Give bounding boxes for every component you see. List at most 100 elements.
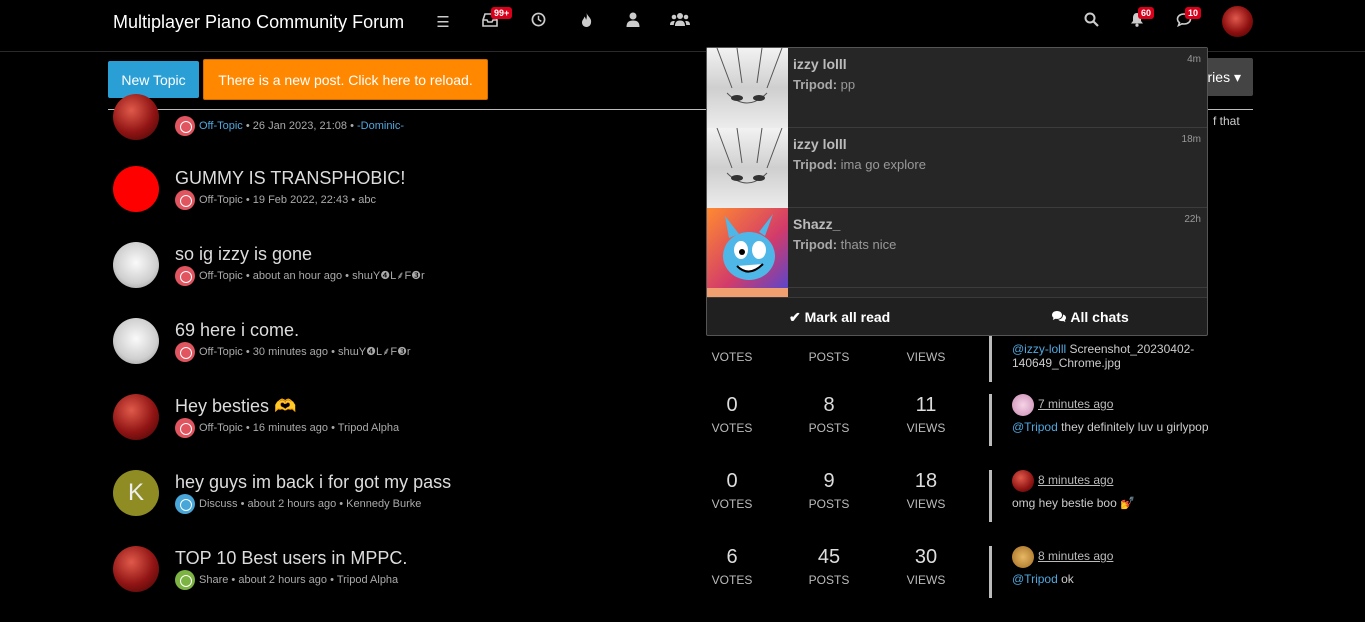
chat-avatar — [707, 208, 788, 288]
avatar[interactable] — [113, 166, 159, 212]
votes-count: 0 — [726, 394, 738, 416]
inbox-icon[interactable]: 99+ — [479, 7, 513, 34]
globe-icon — [175, 418, 195, 438]
topic-time[interactable]: about an hour ago — [253, 270, 342, 282]
topic-author[interactable]: Tripod Alpha — [337, 574, 398, 586]
chat-message: Tripod: pp — [793, 77, 856, 92]
comments-icon[interactable]: 10 — [1173, 7, 1202, 34]
list-icon[interactable]: ☰ — [432, 12, 454, 34]
search-icon[interactable] — [1080, 12, 1102, 34]
chat-item[interactable]: izzy lolll Tripod: pp 4m — [707, 48, 1207, 128]
teaser-body: @Tripod ok — [1012, 572, 1244, 586]
teaser-header: 8 minutes ago — [1012, 546, 1244, 568]
votes-label: VOTES — [711, 497, 753, 511]
teaser-body: @izzy-lolll Screenshot_20230402-140649_C… — [1012, 342, 1244, 370]
topic-author[interactable]: Tripod Alpha — [338, 422, 399, 434]
chat-name: izzy lolll — [793, 136, 847, 152]
topic-time[interactable]: 26 Jan 2023, 21:08 — [253, 120, 347, 132]
topic-time[interactable]: 16 minutes ago — [253, 422, 328, 434]
topic-author[interactable]: shɯY❹L⸙F❸r — [352, 270, 425, 282]
teaser-text: f that — [1213, 114, 1240, 128]
topic-author[interactable]: shɯY❹L⸙F❸r — [338, 346, 411, 358]
mark-all-read-button[interactable]: ✔ Mark all read — [789, 309, 890, 326]
topic-row: TOP 10 Best users in MPPC. Share • about… — [113, 546, 1263, 622]
avatar[interactable] — [113, 94, 159, 140]
votes-label: VOTES — [711, 573, 753, 587]
avatar[interactable] — [1012, 394, 1034, 416]
topic-meta: Off-Topic • 16 minutes ago • Tripod Alph… — [175, 418, 399, 438]
new-topic-button[interactable]: New Topic — [108, 61, 199, 98]
topic-title[interactable]: TOP 10 Best users in MPPC. — [175, 548, 407, 569]
chat-item[interactable] — [707, 288, 1207, 297]
avatar[interactable] — [1012, 470, 1034, 492]
views-stat: 30 VIEWS — [891, 546, 961, 587]
posts-count: 8 — [823, 394, 835, 416]
topic-title[interactable]: Hey besties 🫶 — [175, 396, 296, 417]
chat-time: 22h — [1184, 214, 1201, 225]
topic-title[interactable]: so ig izzy is gone — [175, 244, 312, 265]
teaser-mention[interactable]: @izzy-lolll — [1012, 342, 1066, 356]
chat-message: Tripod: thats nice — [793, 237, 897, 252]
topic-title[interactable]: 69 here i come. — [175, 320, 299, 341]
topic-time[interactable]: 30 minutes ago — [253, 346, 328, 358]
topic-row: K hey guys im back i for got my pass Dis… — [113, 470, 1263, 546]
votes-stat: 0 VOTES — [697, 470, 767, 511]
posts-label: POSTS — [808, 497, 850, 511]
posts-stat: 45 POSTS — [794, 546, 864, 587]
chat-item[interactable]: Shazz_ Tripod: thats nice 22h — [707, 208, 1207, 288]
all-chats-button[interactable]: All chats — [1051, 309, 1129, 325]
clock-icon[interactable] — [527, 12, 549, 34]
teaser-mention[interactable]: @Tripod — [1012, 420, 1058, 434]
notifications-badge: 60 — [1138, 7, 1155, 19]
dropdown-footer: ✔ Mark all read All chats — [707, 299, 1207, 335]
category-link[interactable]: Off-Topic — [199, 346, 243, 358]
topic-meta: Off-Topic • 30 minutes ago • shɯY❹L⸙F❸r — [175, 342, 411, 362]
votes-label: VOTES — [711, 350, 753, 364]
topic-time[interactable]: 19 Feb 2022, 22:43 — [253, 194, 348, 206]
avatar[interactable] — [113, 546, 159, 592]
avatar[interactable] — [113, 318, 159, 364]
users-icon[interactable] — [669, 12, 691, 34]
category-link[interactable]: Share — [199, 574, 228, 586]
topic-author[interactable]: Kennedy Burke — [346, 498, 421, 510]
category-link[interactable]: Off-Topic — [199, 120, 243, 132]
forum-title[interactable]: Multiplayer Piano Community Forum — [113, 12, 404, 33]
chat-item[interactable]: izzy lolll Tripod: ima go explore 18m — [707, 128, 1207, 208]
user-avatar[interactable] — [1222, 6, 1253, 37]
category-link[interactable]: Off-Topic — [199, 422, 243, 434]
votes-label: VOTES — [711, 421, 753, 435]
teaser: 8 minutes ago @Tripod ok — [989, 546, 1244, 598]
topic-author[interactable]: -Dominic- — [357, 120, 404, 132]
category-link[interactable]: Discuss — [199, 498, 238, 510]
topic-author[interactable]: abc — [358, 194, 376, 206]
fire-icon[interactable] — [575, 12, 597, 34]
avatar[interactable] — [113, 394, 159, 440]
teaser-time[interactable]: 7 minutes ago — [1038, 397, 1113, 411]
views-label: VIEWS — [906, 573, 946, 587]
topic-time[interactable]: about 2 hours ago — [248, 498, 337, 510]
chat-avatar — [707, 48, 788, 128]
avatar[interactable]: K — [113, 470, 159, 516]
avatar[interactable] — [113, 242, 159, 288]
votes-stat: VOTES — [697, 346, 767, 364]
teaser: 7 minutes ago @Tripod they definitely lu… — [989, 394, 1244, 446]
teaser: @izzy-lolll Screenshot_20230402-140649_C… — [989, 330, 1244, 382]
topic-time[interactable]: about 2 hours ago — [238, 574, 327, 586]
navbar: Multiplayer Piano Community Forum ☰ 99+ … — [0, 0, 1365, 52]
teaser-header: 8 minutes ago — [1012, 470, 1244, 492]
chat-avatar — [707, 128, 788, 208]
teaser-time[interactable]: 8 minutes ago — [1038, 473, 1113, 487]
posts-label: POSTS — [808, 573, 850, 587]
bell-icon[interactable]: 60 — [1126, 7, 1155, 34]
category-link[interactable]: Off-Topic — [199, 194, 243, 206]
posts-stat: 8 POSTS — [794, 394, 864, 435]
topic-title[interactable]: hey guys im back i for got my pass — [175, 472, 451, 493]
teaser-time[interactable]: 8 minutes ago — [1038, 549, 1113, 563]
user-icon[interactable] — [622, 12, 644, 34]
views-count: 18 — [914, 470, 938, 492]
avatar[interactable] — [1012, 546, 1034, 568]
teaser-body: omg hey bestie boo 💅 — [1012, 496, 1244, 510]
topic-title[interactable]: GUMMY IS TRANSPHOBIC! — [175, 168, 405, 189]
teaser-mention[interactable]: @Tripod — [1012, 572, 1058, 586]
category-link[interactable]: Off-Topic — [199, 270, 243, 282]
